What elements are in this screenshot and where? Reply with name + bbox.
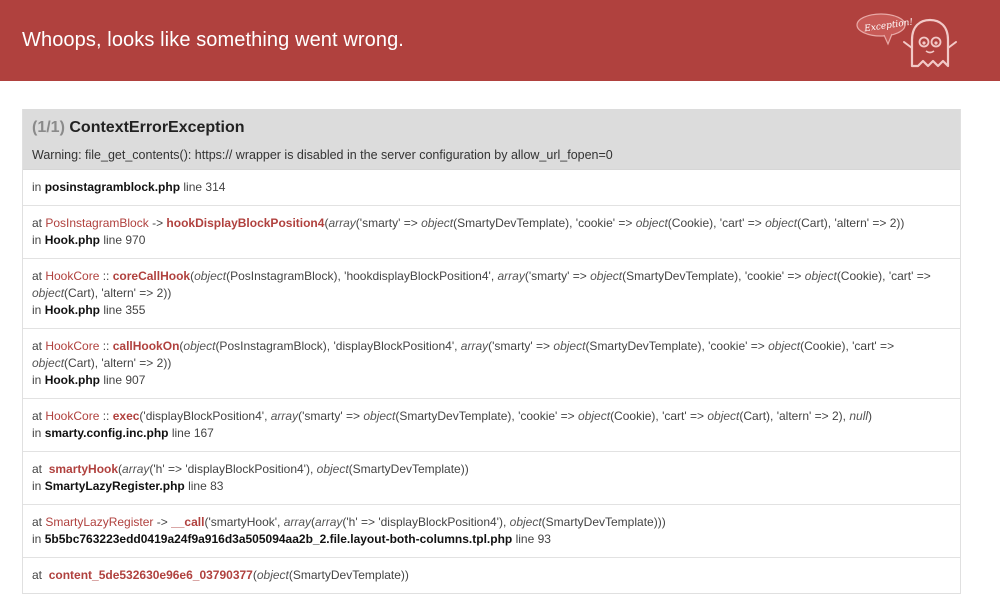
trace-item: at HookCore :: exec('displayBlockPositio… xyxy=(23,398,960,451)
stack-trace: in posinstagramblock.php line 314 at Pos… xyxy=(23,169,960,593)
trace-file: 5b5bc763223edd0419a24f9a916d3a505094aa2b… xyxy=(44,532,513,546)
error-header: Whoops, looks like something went wrong.… xyxy=(0,0,1000,81)
trace-function: coreCallHook xyxy=(112,269,191,283)
trace-function: hookDisplayBlockPosition4 xyxy=(166,216,325,230)
trace-item: at HookCore :: coreCallHook(object(PosIn… xyxy=(23,258,960,328)
trace-file: Hook.php xyxy=(44,303,101,317)
trace-function: content_5de532630e96e6_03790377 xyxy=(48,568,253,582)
error-title: Whoops, looks like something went wrong. xyxy=(22,29,404,51)
trace-function: callHookOn xyxy=(112,339,180,353)
trace-item: at HookCore :: callHookOn(object(PosInst… xyxy=(23,328,960,398)
trace-item: at SmartyLazyRegister -> __call('smartyH… xyxy=(23,504,960,557)
trace-class: SmartyLazyRegister xyxy=(45,515,154,529)
trace-function: smartyHook xyxy=(48,462,119,476)
trace-class: HookCore xyxy=(45,339,100,353)
trace-item: at PosInstagramBlock -> hookDisplayBlock… xyxy=(23,205,960,258)
exception-title: (1/1) ContextErrorException xyxy=(32,119,951,137)
trace-file: posinstagramblock.php xyxy=(44,180,181,194)
exception-message: Warning: file_get_contents(): https:// w… xyxy=(32,148,613,162)
exception-header: (1/1) ContextErrorException Warning: fil… xyxy=(23,109,960,169)
exception-counter: (1/1) xyxy=(32,119,65,136)
trace-item: in posinstagramblock.php line 314 xyxy=(23,169,960,205)
trace-item: at smartyHook(array('h' => 'displayBlock… xyxy=(23,451,960,504)
trace-class: HookCore xyxy=(45,269,100,283)
trace-class: PosInstagramBlock xyxy=(45,216,149,230)
ghost-mascot-icon: Exception! xyxy=(854,8,964,74)
exception-panel: (1/1) ContextErrorException Warning: fil… xyxy=(22,109,961,594)
trace-file: Hook.php xyxy=(44,373,101,387)
trace-function: __call xyxy=(171,515,205,529)
trace-class: HookCore xyxy=(45,409,100,423)
trace-file: SmartyLazyRegister.php xyxy=(44,479,185,493)
trace-item: at content_5de532630e96e6_03790377(objec… xyxy=(23,557,960,593)
exception-name: ContextErrorException xyxy=(69,119,245,136)
trace-function: exec xyxy=(112,409,140,423)
trace-file: smarty.config.inc.php xyxy=(44,426,169,440)
trace-file: Hook.php xyxy=(44,233,101,247)
